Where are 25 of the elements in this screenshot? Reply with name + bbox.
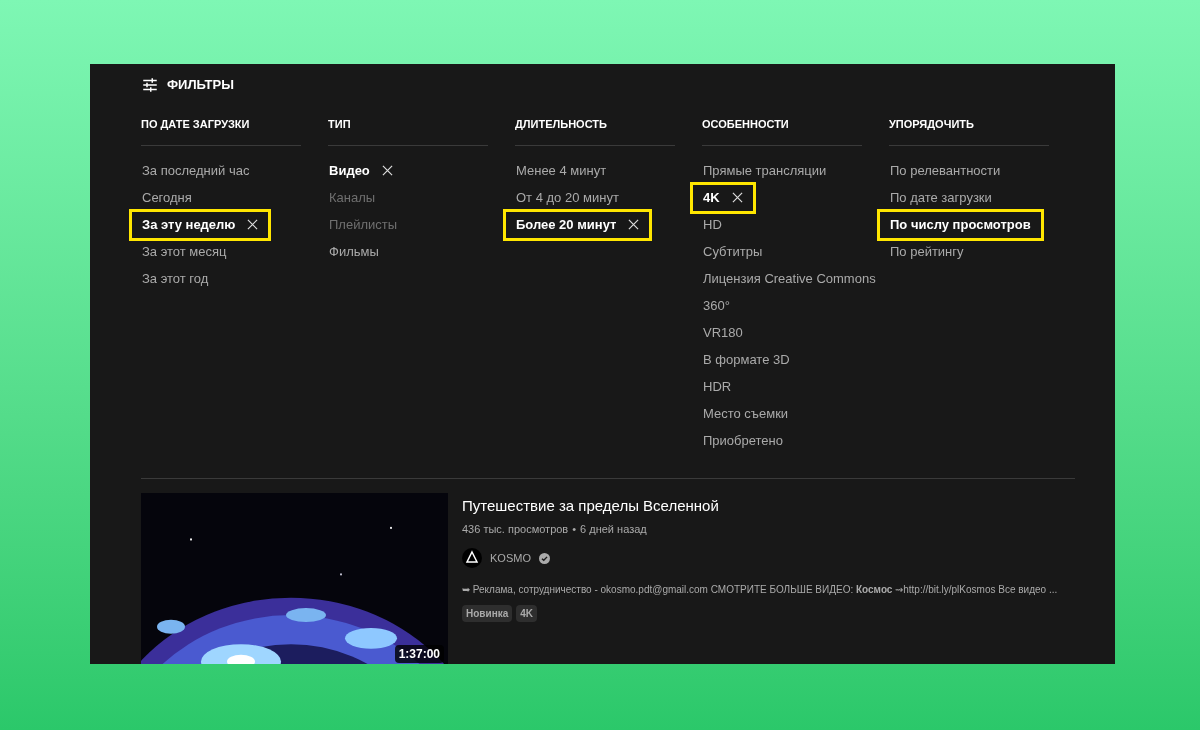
close-icon[interactable] xyxy=(381,165,393,176)
channel-avatar-icon[interactable] xyxy=(462,548,482,568)
upload-age: 6 дней назад xyxy=(580,521,647,537)
column-heading: ДЛИТЕЛЬНОСТЬ xyxy=(515,116,607,132)
close-icon[interactable] xyxy=(731,192,743,203)
video-tag: 4K xyxy=(516,605,538,622)
video-description: ➥ Реклама, сотрудничество - okosmo.pdt@gmail.com СМОТРИТЕ БОЛЬШЕ ВИДЕО: Космос ⇝http://bit.ly/plKosmos Все видео ... xyxy=(462,583,1058,597)
close-icon[interactable] xyxy=(628,219,640,230)
video-title[interactable]: Путешествие за пределы Вселенной xyxy=(462,495,1058,518)
close-icon[interactable] xyxy=(247,219,259,230)
filter-option[interactable]: За эту неделю xyxy=(129,208,272,241)
column-heading: УПОРЯДОЧИТЬ xyxy=(889,116,974,132)
view-count: 436 тыс. просмотров xyxy=(462,521,569,537)
video-tag: Новинка xyxy=(462,605,513,622)
column-heading: ТИП xyxy=(328,116,351,132)
filter-sliders-icon xyxy=(141,76,159,94)
filter-option[interactable]: По числу просмотров xyxy=(877,208,1044,241)
separator-dot: • xyxy=(572,521,577,537)
channel-name[interactable]: KOSMO xyxy=(490,549,531,567)
column-heading: ПО ДАТЕ ЗАГРУЗКИ xyxy=(141,116,250,132)
column-heading: ОСОБЕННОСТИ xyxy=(702,116,789,132)
filter-option[interactable]: 4K xyxy=(690,181,756,214)
filter-option[interactable]: Более 20 минут xyxy=(503,208,653,241)
duration-badge: 1:37:00 xyxy=(394,645,444,663)
filters-title: ФИЛЬТРЫ xyxy=(167,76,234,95)
